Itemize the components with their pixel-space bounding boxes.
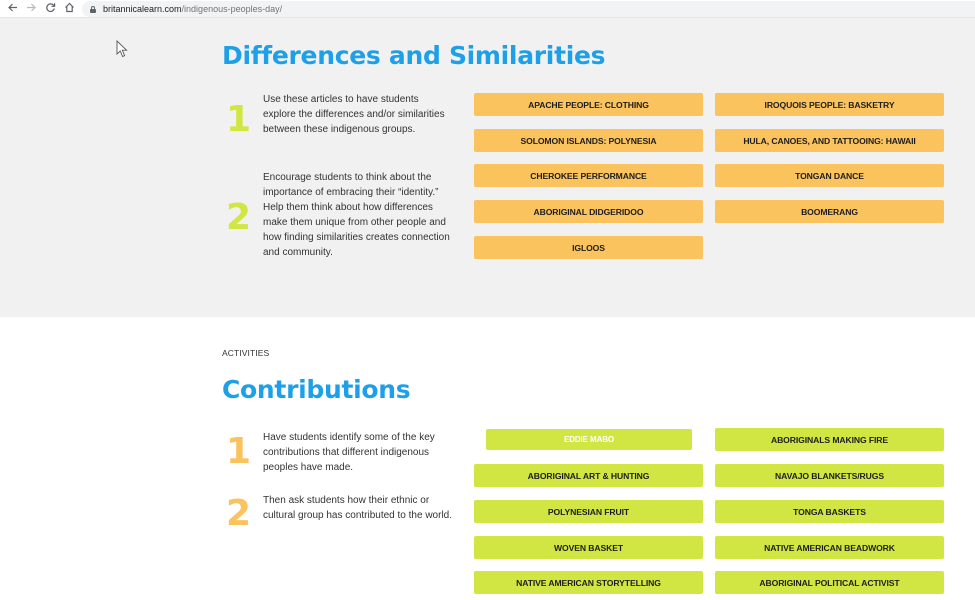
step-text: Have students identify some of the key c… <box>263 432 435 473</box>
step-text: Then ask students how their ethnic or cu… <box>263 495 452 521</box>
url-path: /indigenous-peoples-day/ <box>181 4 283 14</box>
article-button-aboriginals-making-fire[interactable]: ABORIGINALS MAKING FIRE <box>715 428 944 451</box>
article-button-aboriginal-didgeridoo[interactable]: ABORIGINAL DIDGERIDOO <box>474 200 703 223</box>
article-button-polynesian-fruit[interactable]: POLYNESIAN FRUIT <box>474 500 703 523</box>
article-button-boomerang[interactable]: BOOMERANG <box>715 200 944 223</box>
step-text: Encourage students to think about the im… <box>263 172 450 258</box>
url-text: britannicalearn.com/indigenous-peoples-d… <box>103 4 282 14</box>
contributions-step-2: 2 Then ask students how their ethnic or … <box>226 493 452 534</box>
mouse-cursor-icon <box>116 40 128 58</box>
article-button-hula-hawaii[interactable]: HULA, CANOES, AND TATTOOING: HAWAII <box>715 129 944 152</box>
url-domain: britannicalearn.com <box>103 4 182 14</box>
arrow-left-icon <box>8 3 17 11</box>
article-button-eddie-mabo[interactable]: EDDIE MABO <box>486 429 692 450</box>
article-button-aboriginal-art-hunting[interactable]: ABORIGINAL ART & HUNTING <box>474 464 703 487</box>
article-button-navajo-blankets[interactable]: NAVAJO BLANKETS/RUGS <box>715 464 944 487</box>
article-button-apache-clothing[interactable]: APACHE PEOPLE: CLOTHING <box>474 93 703 116</box>
step-number: 2 <box>226 197 252 238</box>
step-number: 2 <box>226 493 252 534</box>
home-button[interactable] <box>63 2 76 16</box>
article-button-solomon-islands[interactable]: SOLOMON ISLANDS: POLYNESIA <box>474 129 703 152</box>
article-button-tongan-dance[interactable]: TONGAN DANCE <box>715 164 944 187</box>
arrow-right-icon <box>27 3 36 11</box>
contributions-step-1: 1 Have students identify some of the key… <box>226 431 435 473</box>
step-number: 1 <box>226 99 252 140</box>
lock-icon <box>90 5 96 13</box>
back-button[interactable] <box>6 2 19 16</box>
contributions-title: Contributions <box>222 375 411 404</box>
article-button-tonga-baskets[interactable]: TONGA BASKETS <box>715 500 944 523</box>
step-number: 1 <box>226 431 252 472</box>
article-button-iroquois-basketry[interactable]: IROQUOIS PEOPLE: BASKETRY <box>715 93 944 116</box>
article-button-native-american-storytelling[interactable]: NATIVE AMERICAN STORYTELLING <box>474 571 703 594</box>
article-button-aboriginal-political-activist[interactable]: ABORIGINAL POLITICAL ACTIVIST <box>715 571 944 594</box>
reload-button[interactable] <box>44 2 57 16</box>
article-button-native-american-beadwork[interactable]: NATIVE AMERICAN BEADWORK <box>715 536 944 559</box>
differences-title: Differences and Similarities <box>222 41 606 70</box>
differences-step-2: 2 Encourage students to think about the … <box>226 172 450 258</box>
reload-icon <box>46 2 56 12</box>
browser-toolbar: britannicalearn.com/indigenous-peoples-d… <box>0 0 975 18</box>
differences-step-1: 1 Use these articles to have students ex… <box>226 94 445 140</box>
article-button-woven-basket[interactable]: WOVEN BASKET <box>474 536 703 559</box>
home-icon <box>65 2 74 12</box>
step-text: Use these articles to have students expl… <box>263 94 445 135</box>
article-button-cherokee-performance[interactable]: CHEROKEE PERFORMANCE <box>474 164 703 187</box>
activities-eyebrow: ACTIVITIES <box>222 348 270 358</box>
article-button-igloos[interactable]: IGLOOS <box>474 236 703 259</box>
address-bar[interactable]: britannicalearn.com/indigenous-peoples-d… <box>82 1 975 17</box>
forward-button[interactable] <box>25 2 38 16</box>
